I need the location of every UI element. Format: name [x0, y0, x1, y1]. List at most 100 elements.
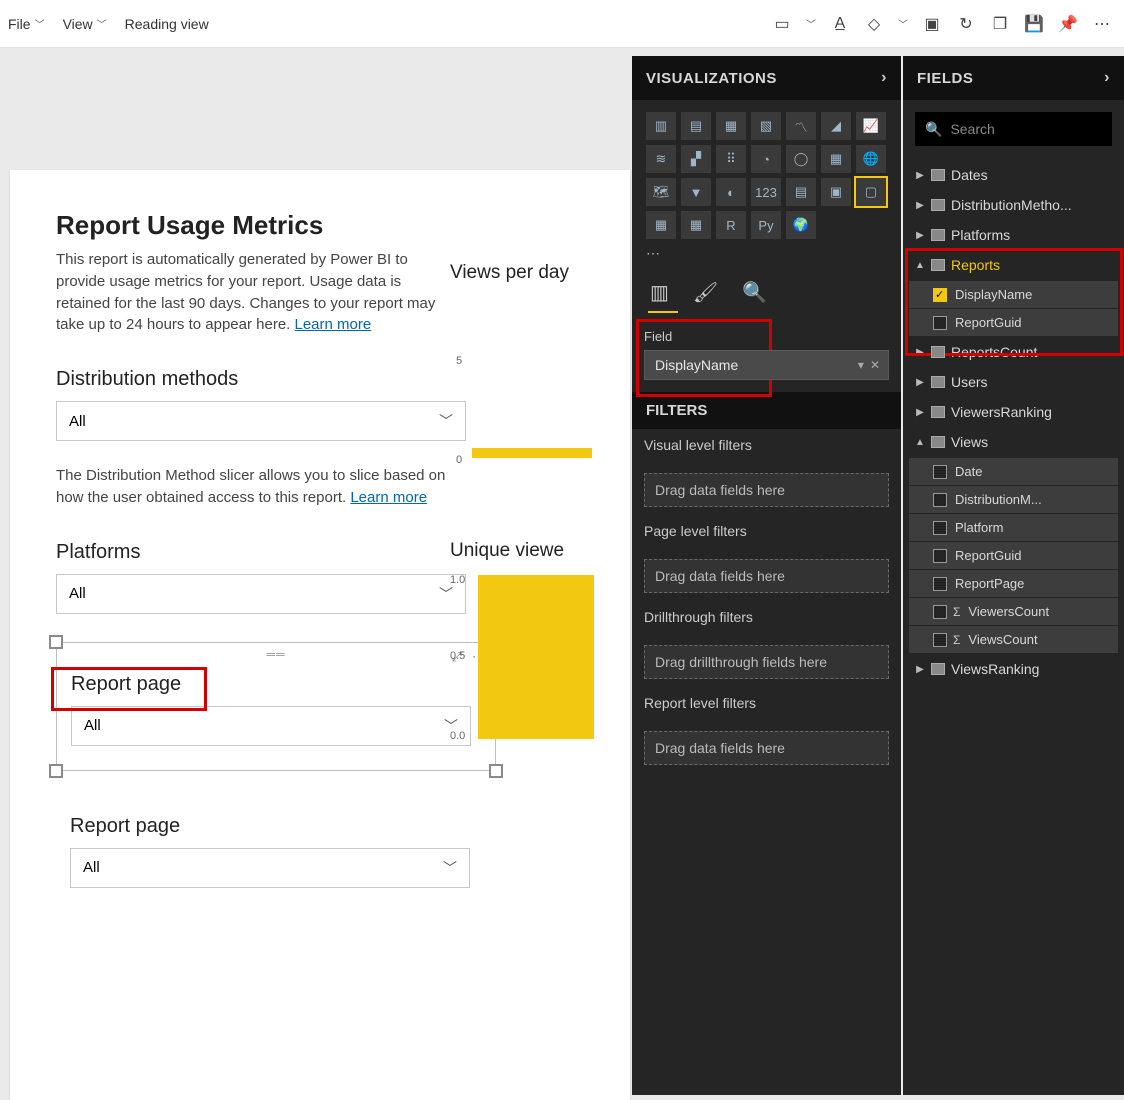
clustered-bar-icon[interactable]: ▤ [681, 112, 711, 140]
table-reports[interactable]: ▲Reports [909, 250, 1118, 280]
clustered-column-icon[interactable]: ▧ [751, 112, 781, 140]
stacked-column-icon[interactable]: ▦ [716, 112, 746, 140]
kpi-icon[interactable]: ▣ [821, 178, 851, 206]
checkbox-icon[interactable] [933, 521, 947, 535]
remove-field-icon[interactable]: ✕ [870, 358, 880, 372]
waterfall-icon[interactable]: ▞ [681, 145, 711, 173]
visual-icon[interactable]: ▣ [922, 14, 942, 34]
resize-handle[interactable] [489, 764, 503, 778]
fields-search[interactable]: 🔍 Search [915, 112, 1112, 146]
more-icon[interactable]: ⋯ [1092, 14, 1112, 34]
table-users[interactable]: ▶Users [909, 367, 1118, 397]
visual-filters-dropzone[interactable]: Drag data fields here [644, 473, 889, 507]
drillthrough-filters-label: Drillthrough filters [632, 601, 901, 633]
chevron-down-icon[interactable]: ▾ [858, 358, 864, 372]
r-visual-icon[interactable]: R [716, 211, 746, 239]
ribbon-icon[interactable]: ≋ [646, 145, 676, 173]
checkbox-icon[interactable] [933, 577, 947, 591]
line-column-icon[interactable]: 📈 [856, 112, 886, 140]
table-icon [931, 663, 945, 675]
field-chip-displayname[interactable]: DisplayName ▾✕ [644, 350, 889, 380]
report-page-select[interactable]: All﹀ [71, 706, 471, 746]
checkbox-icon[interactable] [933, 465, 947, 479]
platforms-slicer[interactable]: All﹀ [56, 574, 466, 614]
file-menu[interactable]: File﹀ [8, 16, 45, 32]
field-displayname[interactable]: DisplayName [909, 281, 1118, 308]
axis-tick: 0.5 [450, 650, 465, 662]
axis-tick: 5 [456, 355, 462, 367]
learn-more-link[interactable]: Learn more [295, 316, 372, 333]
explore-icon[interactable]: ▭ [772, 14, 792, 34]
save-icon[interactable]: 💾 [1024, 14, 1044, 34]
chevron-down-icon: ﹀ [439, 411, 453, 431]
table-platforms[interactable]: ▶Platforms [909, 220, 1118, 250]
visualization-gallery: ▥ ▤ ▦ ▧ 〽 ◢ 📈 ≋ ▞ ⠿ ◔ ◯ ▦ 🌐 🗺 ▼ ◐ 123 ▤ … [632, 100, 901, 245]
axis-tick: 0 [456, 454, 462, 466]
field-views-viewscount[interactable]: ΣViewsCount [909, 626, 1118, 653]
matrix-icon[interactable]: ▦ [681, 211, 711, 239]
resize-handle[interactable] [49, 635, 63, 649]
field-views-distm[interactable]: DistributionM... [909, 486, 1118, 513]
gauge-icon[interactable]: ◐ [716, 178, 746, 206]
checkbox-icon[interactable] [933, 493, 947, 507]
distribution-slicer[interactable]: All﹀ [56, 401, 466, 441]
analytics-tab-icon[interactable]: 🔍 [742, 280, 767, 305]
map-icon[interactable]: 🌐 [856, 145, 886, 173]
duplicate-icon[interactable]: ❐ [990, 14, 1010, 34]
field-views-viewerscount[interactable]: ΣViewersCount [909, 598, 1118, 625]
field-views-platform[interactable]: Platform [909, 514, 1118, 541]
fields-header[interactable]: FIELDS › [903, 56, 1124, 100]
report-page-slicer-visual[interactable]: ══ ⤢⋯ Report page All﹀ [56, 642, 496, 771]
table-icon [931, 199, 945, 211]
checkbox-icon[interactable] [933, 549, 947, 563]
pin-icon[interactable]: 📌 [1058, 14, 1078, 34]
filled-map-icon[interactable]: 🗺 [646, 178, 676, 206]
more-visuals-icon[interactable]: ⋯ [632, 245, 901, 270]
arcgis-icon[interactable]: 🌍 [786, 211, 816, 239]
card-icon[interactable]: 123 [751, 178, 781, 206]
table-reportscount[interactable]: ▶ReportsCount [909, 337, 1118, 367]
field-views-reportpage[interactable]: ReportPage [909, 570, 1118, 597]
refresh-icon[interactable]: ↻ [956, 14, 976, 34]
pie-icon[interactable]: ◔ [751, 145, 781, 173]
checkbox-icon[interactable] [933, 633, 947, 647]
py-visual-icon[interactable]: Py [751, 211, 781, 239]
checkbox-icon[interactable] [933, 316, 947, 330]
view-menu[interactable]: View﹀ [63, 16, 107, 32]
stacked-bar-icon[interactable]: ▥ [646, 112, 676, 140]
unique-viewers-title: Unique viewe [450, 540, 564, 562]
donut-icon[interactable]: ◯ [786, 145, 816, 173]
shapes-icon[interactable]: ◇ [864, 14, 884, 34]
fields-tab-icon[interactable]: ▥ [650, 280, 669, 305]
field-views-reportguid[interactable]: ReportGuid [909, 542, 1118, 569]
format-tab-icon[interactable]: 🖌 [693, 280, 718, 305]
report-page-select-2[interactable]: All﹀ [70, 848, 470, 888]
slicer-icon[interactable]: ▢ [856, 178, 886, 206]
table-icon[interactable]: ▦ [646, 211, 676, 239]
table-views[interactable]: ▲Views [909, 427, 1118, 457]
report-filters-dropzone[interactable]: Drag data fields here [644, 731, 889, 765]
line-chart-icon[interactable]: 〽 [786, 112, 816, 140]
field-reportguid[interactable]: ReportGuid [909, 309, 1118, 336]
page-filters-dropzone[interactable]: Drag data fields here [644, 559, 889, 593]
drillthrough-dropzone[interactable]: Drag drillthrough fields here [644, 645, 889, 679]
checkbox-icon[interactable] [933, 605, 947, 619]
table-viewersranking[interactable]: ▶ViewersRanking [909, 397, 1118, 427]
checkbox-checked-icon[interactable] [933, 288, 947, 302]
table-viewsranking[interactable]: ▶ViewsRanking [909, 654, 1118, 684]
field-views-date[interactable]: Date [909, 458, 1118, 485]
scatter-icon[interactable]: ⠿ [716, 145, 746, 173]
table-dates[interactable]: ▶Dates [909, 160, 1118, 190]
multi-card-icon[interactable]: ▤ [786, 178, 816, 206]
visualizations-header[interactable]: VISUALIZATIONS › [632, 56, 901, 100]
learn-more-link-2[interactable]: Learn more [350, 489, 427, 506]
reading-view-button[interactable]: Reading view [125, 16, 209, 32]
resize-handle[interactable] [49, 764, 63, 778]
treemap-icon[interactable]: ▦ [821, 145, 851, 173]
funnel-icon[interactable]: ▼ [681, 178, 711, 206]
drag-handle-icon[interactable]: ══ [266, 647, 285, 661]
table-distributionmethods[interactable]: ▶DistributionMetho... [909, 190, 1118, 220]
top-toolbar: File﹀ View﹀ Reading view ▭﹀ A̲ ◇﹀ ▣ ↻ ❐ … [0, 0, 1124, 48]
text-icon[interactable]: A̲ [830, 14, 850, 34]
area-chart-icon[interactable]: ◢ [821, 112, 851, 140]
